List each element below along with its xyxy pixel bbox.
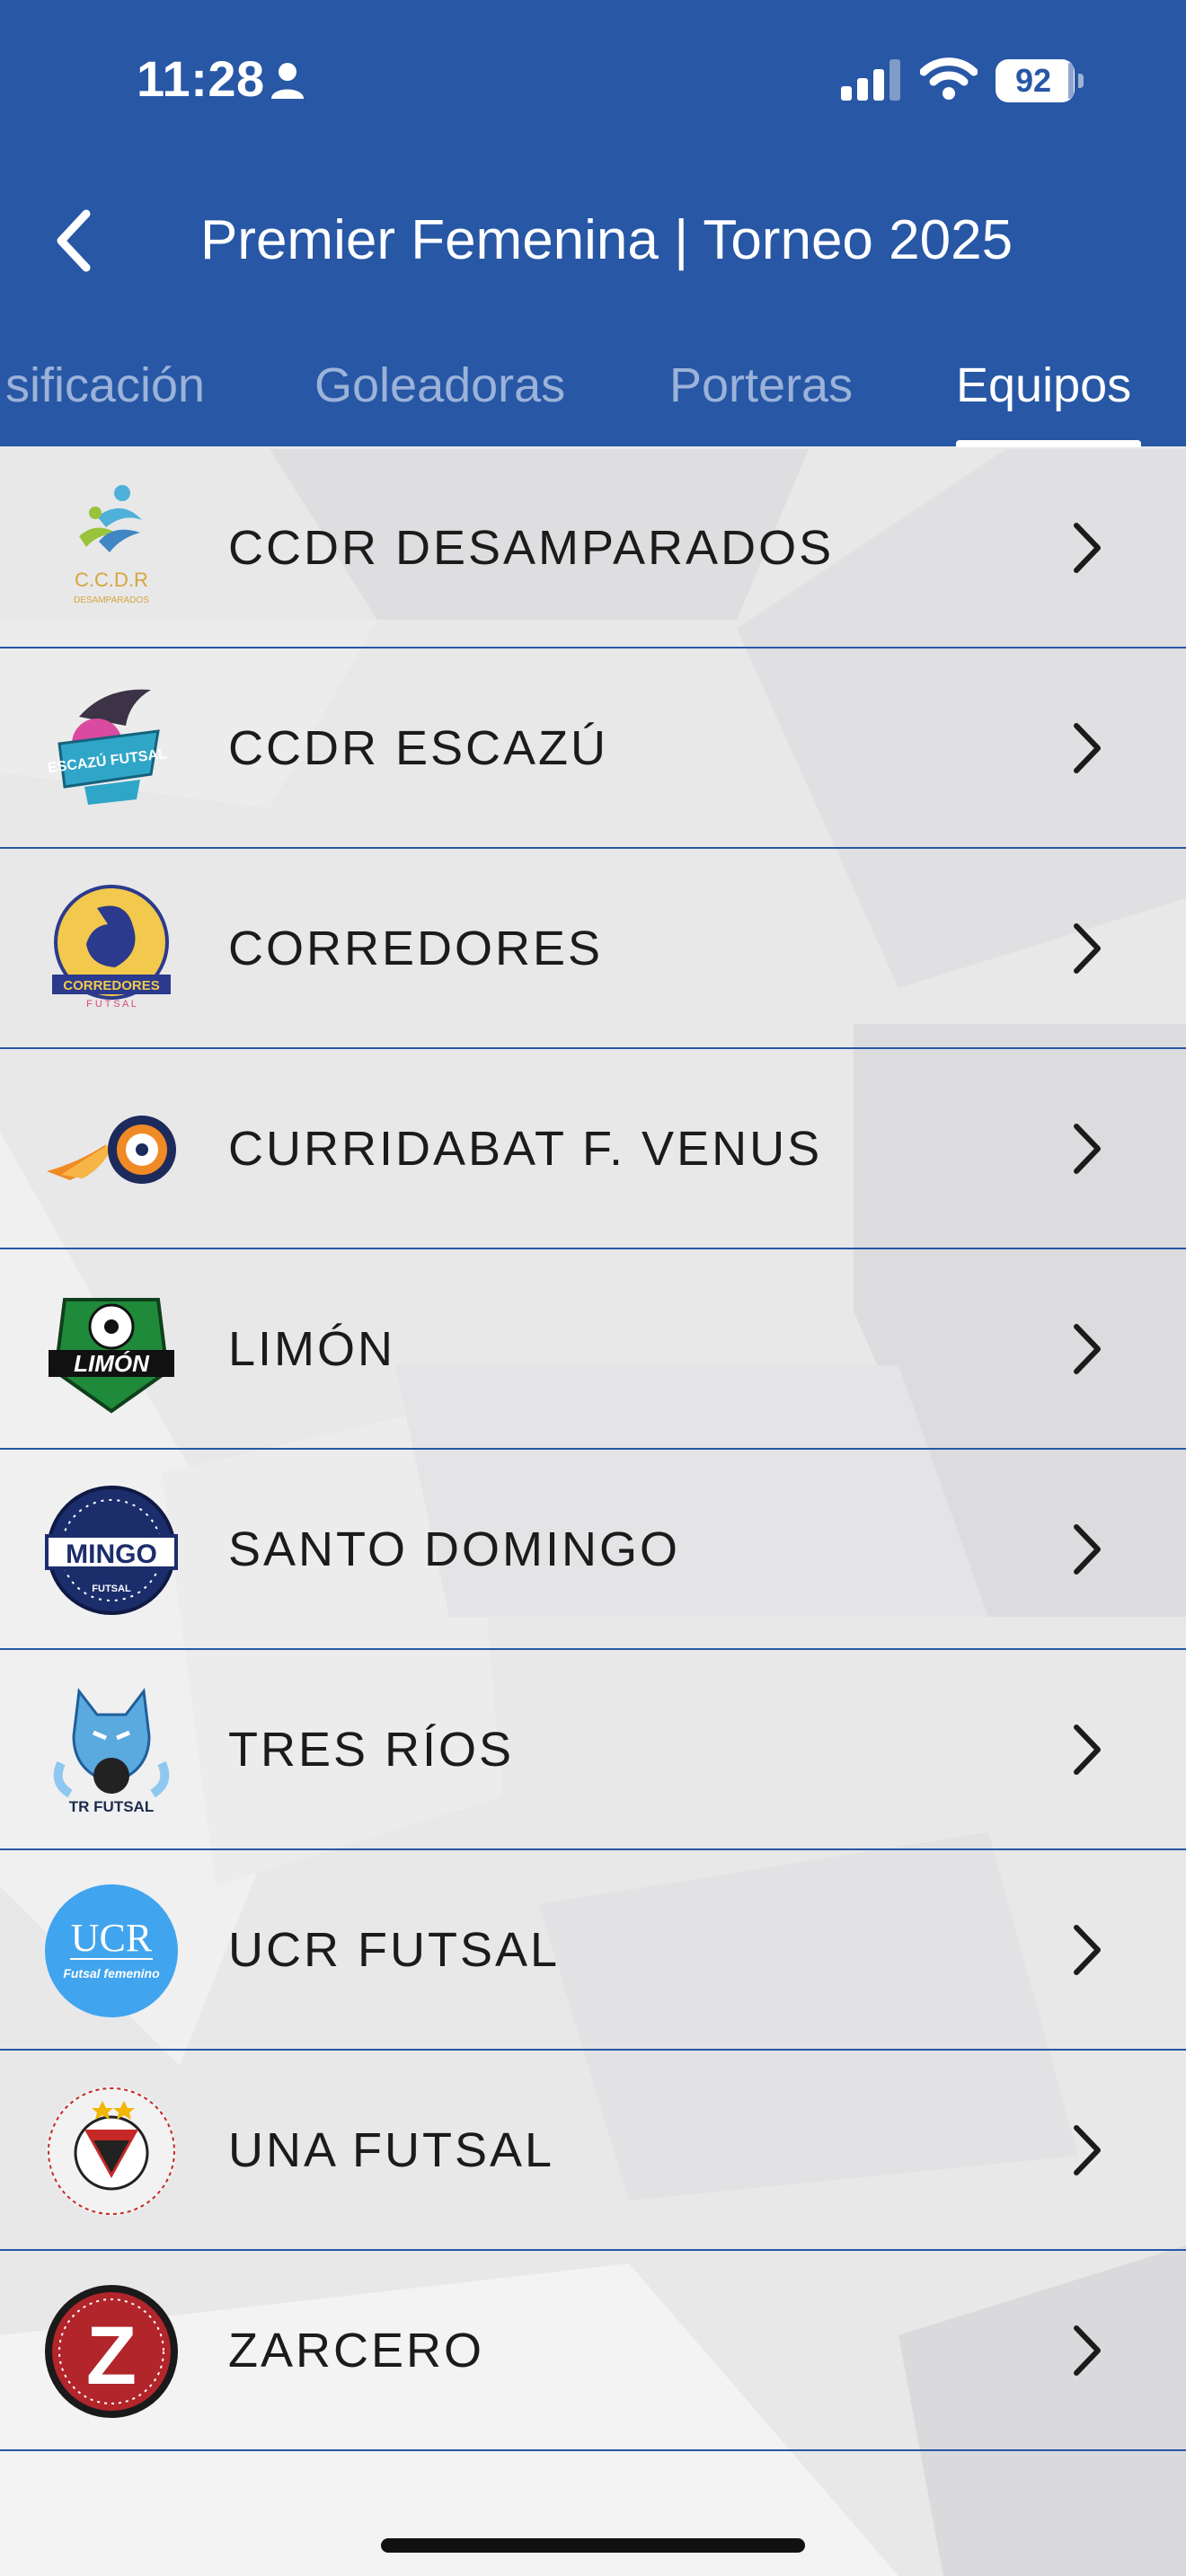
list-item[interactable]: UCR Futsal femenino UCR FUTSAL	[0, 1850, 1186, 2051]
tab-porteras[interactable]: Porteras	[669, 354, 853, 417]
mingo-futsal-logo-icon: MINGO FUTSAL	[45, 1486, 178, 1615]
list-item[interactable]: CORREDORES F U T S A L CORREDORES	[0, 849, 1186, 1049]
home-indicator[interactable]	[381, 2538, 805, 2553]
tab-bar: sificación Goleadoras Porteras Equipos	[0, 341, 1186, 447]
svg-text:Futsal femenino: Futsal femenino	[63, 1966, 160, 1981]
team-name: LIMÓN	[228, 1322, 396, 1376]
active-tab-indicator	[956, 440, 1141, 447]
list-item[interactable]: MINGO FUTSAL SANTO DOMINGO	[0, 1450, 1186, 1650]
svg-text:CORREDORES: CORREDORES	[63, 978, 160, 993]
svg-text:Z: Z	[86, 2310, 137, 2402]
team-name: CORREDORES	[228, 922, 604, 975]
battery-level: 92	[1014, 62, 1052, 99]
list-item[interactable]: UNA FUTSAL	[0, 2051, 1186, 2251]
chevron-right-icon	[1074, 923, 1101, 974]
svg-text:TR FUTSAL: TR FUTSAL	[69, 1798, 154, 1815]
chevron-right-icon	[1074, 523, 1101, 573]
chevron-right-icon	[1074, 1124, 1101, 1174]
escazu-futsal-logo-icon: ESCAZÚ FUTSAL	[47, 689, 168, 805]
chevron-right-icon	[1074, 1324, 1101, 1374]
chevron-right-icon	[1074, 2125, 1101, 2175]
svg-text:FUTSAL: FUTSAL	[92, 1584, 131, 1594]
team-name: CCDR ESCAZÚ	[228, 721, 609, 775]
battery-indicator: 92	[996, 59, 1084, 102]
list-item[interactable]: LIMÓN LIMÓN	[0, 1249, 1186, 1450]
chevron-right-icon	[1074, 1725, 1101, 1775]
ccdr-desamparados-logo-icon: C.C.D.R DESAMPARADOS	[74, 485, 149, 605]
limon-futsal-logo-icon: LIMÓN	[49, 1298, 174, 1414]
tab-goleadoras[interactable]: Goleadoras	[314, 354, 565, 417]
ucr-futsal-logo-icon: UCR Futsal femenino	[45, 1884, 178, 2017]
team-name: UCR FUTSAL	[228, 1923, 561, 1977]
tab-equipos[interactable]: Equipos	[956, 354, 1131, 417]
tab-clasificacion[interactable]: sificación	[5, 354, 205, 417]
list-item[interactable]: CURRIDABAT F. VENUS	[0, 1049, 1186, 1249]
chevron-right-icon	[1074, 1925, 1101, 1975]
team-name: CURRIDABAT F. VENUS	[228, 1122, 823, 1176]
tres-rios-futsal-logo-icon: TR FUTSAL	[53, 1688, 170, 1815]
chevron-right-icon	[1074, 1524, 1101, 1575]
svg-text:UCR: UCR	[71, 1916, 153, 1960]
svg-text:LIMÓN: LIMÓN	[74, 1350, 150, 1377]
list-item[interactable]: ESCAZÚ FUTSAL CCDR ESCAZÚ	[0, 648, 1186, 849]
corredores-futsal-logo-icon: CORREDORES F U T S A L	[52, 885, 171, 1010]
list-item[interactable]: TR FUTSAL TRES RÍOS	[0, 1650, 1186, 1850]
wifi-icon	[920, 57, 978, 100]
chevron-right-icon	[1074, 723, 1101, 773]
team-name: CCDR DESAMPARADOS	[228, 521, 835, 575]
svg-text:C.C.D.R: C.C.D.R	[75, 569, 148, 591]
chevron-right-icon	[1074, 2325, 1101, 2376]
svg-text:DESAMPARADOS: DESAMPARADOS	[74, 595, 149, 605]
team-name: ZARCERO	[228, 2324, 485, 2378]
team-name: SANTO DOMINGO	[228, 1522, 681, 1576]
curridabat-venus-logo-icon	[47, 1116, 176, 1184]
una-futsal-logo-icon	[47, 2086, 176, 2216]
list-item[interactable]: C.C.D.R DESAMPARADOS CCDR DESAMPARADOS	[0, 448, 1186, 648]
team-name: TRES RÍOS	[228, 1723, 515, 1777]
page-title: Premier Femenina | Torneo 2025	[199, 209, 1013, 271]
list-item[interactable]: Z ZARCERO	[0, 2251, 1186, 2451]
person-icon	[271, 63, 304, 99]
teams-list: C.C.D.R DESAMPARADOS CCDR DESAMPARADOS E…	[0, 448, 1186, 2451]
svg-text:MINGO: MINGO	[66, 1539, 157, 1569]
status-time: 11:28	[137, 50, 265, 107]
zarcero-logo-icon: Z	[45, 2285, 178, 2418]
app-header: 11:28 92 Premier Femenina | Torneo 2025 …	[0, 0, 1186, 447]
cellular-signal-icon	[841, 59, 900, 101]
team-name: UNA FUTSAL	[228, 2123, 555, 2177]
svg-text:F U T S A L: F U T S A L	[86, 999, 137, 1010]
